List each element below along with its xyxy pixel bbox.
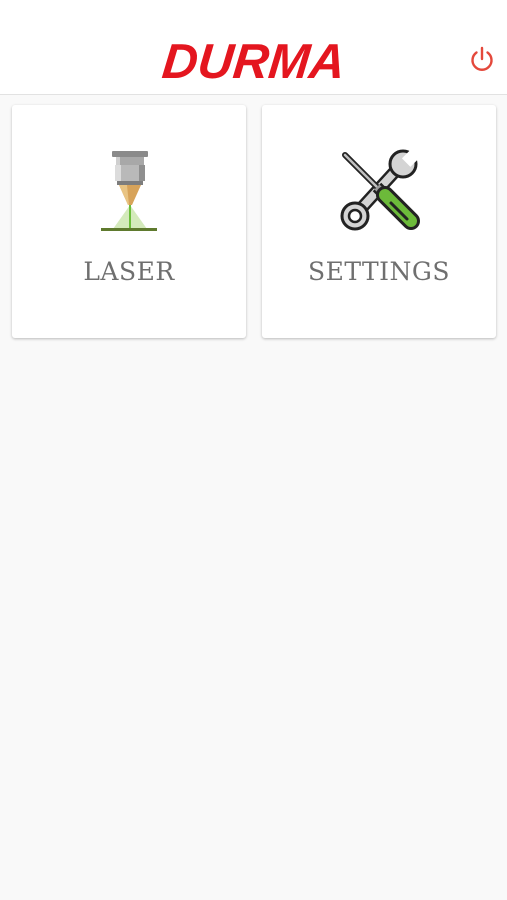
brand-wordmark: DURMA	[160, 38, 348, 82]
laser-tile[interactable]: LASER	[12, 105, 246, 338]
wrench-screwdriver-icon	[340, 149, 420, 231]
settings-tile[interactable]: SETTINGS	[262, 105, 496, 338]
settings-label: SETTINGS	[307, 257, 451, 286]
laser-head-icon	[101, 151, 157, 231]
laser-label: LASER	[83, 257, 175, 286]
power-icon	[471, 46, 493, 71]
brand-logo: DURMA	[139, 38, 370, 82]
app-header: DURMA	[0, 0, 507, 95]
power-button[interactable]	[468, 45, 496, 73]
